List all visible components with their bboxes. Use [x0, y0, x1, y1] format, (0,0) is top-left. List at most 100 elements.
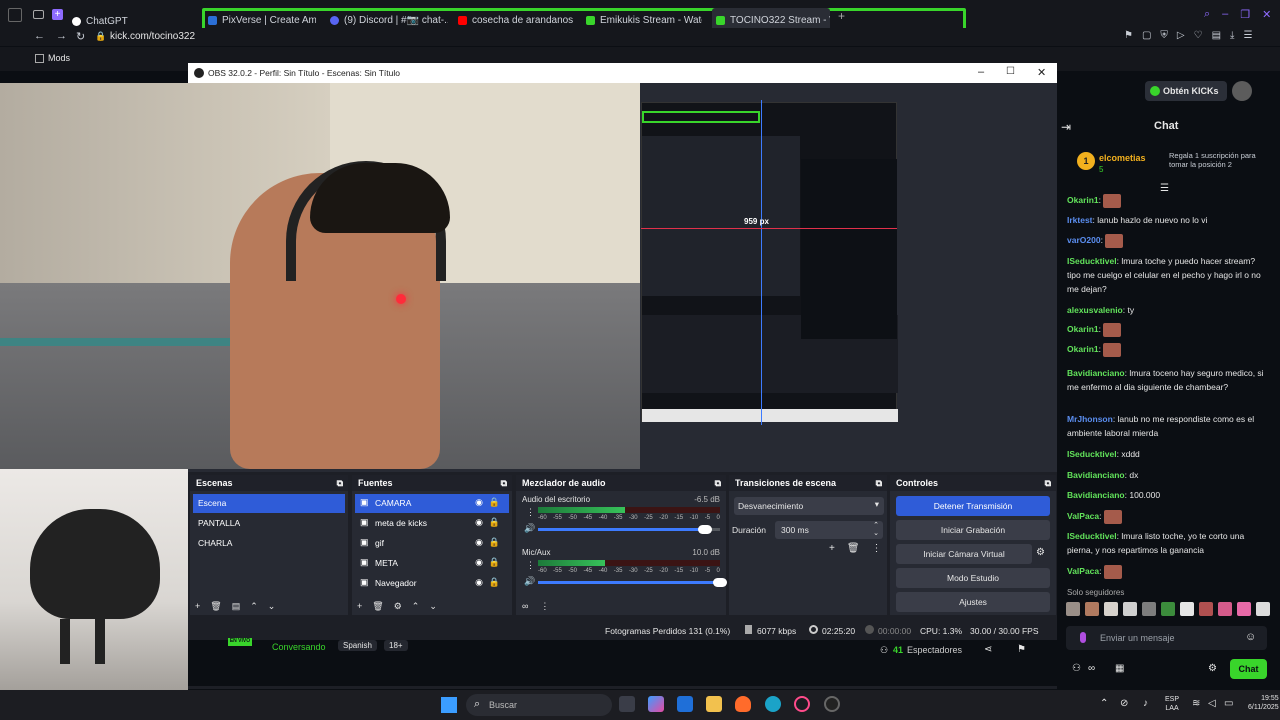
volume-slider[interactable]: [538, 525, 720, 534]
lock-icon[interactable]: 🔒: [489, 517, 500, 528]
search-tabs-icon[interactable]: ⌕: [1204, 8, 1210, 22]
chat-input[interactable]: Enviar un mensaje ☺: [1066, 626, 1267, 650]
emote-icon[interactable]: [1066, 602, 1080, 616]
copilot-icon[interactable]: [648, 696, 664, 712]
dock-menu-icon[interactable]: ⧉: [876, 478, 882, 489]
volume-handle[interactable]: [713, 578, 727, 587]
play-icon[interactable]: ▷: [1177, 30, 1185, 41]
obs-taskbar-icon[interactable]: [824, 696, 840, 712]
start-recording-button[interactable]: Iniciar Grabación: [896, 520, 1050, 540]
up-icon[interactable]: ⌃: [412, 601, 420, 612]
link-icon[interactable]: ∞: [522, 601, 528, 612]
chat-username[interactable]: Bavidianciano: [1067, 470, 1125, 480]
chat-username[interactable]: ISeducktivel: [1067, 531, 1117, 541]
eye-icon[interactable]: ◉: [475, 497, 483, 508]
tag-18plus[interactable]: 18+: [384, 640, 408, 651]
scene-item[interactable]: PANTALLA: [193, 514, 345, 533]
top-gifter-name[interactable]: elcometias: [1099, 153, 1146, 163]
emote-icon[interactable]: [1085, 602, 1099, 616]
transition-select[interactable]: Desvanecimiento ▾: [734, 497, 884, 515]
new-tab-button[interactable]: +: [838, 9, 845, 23]
shield-icon[interactable]: ⛨: [1160, 30, 1168, 41]
minimize-icon[interactable]: –: [1222, 8, 1228, 22]
chat-username[interactable]: ValPaca: [1067, 566, 1099, 576]
mic-icon[interactable]: [1080, 632, 1086, 643]
volume-slider[interactable]: [538, 578, 727, 587]
source-item[interactable]: ▣ CAMARA ◉ 🔒: [355, 494, 509, 513]
opera-icon[interactable]: [794, 696, 810, 712]
scene-item[interactable]: CHARLA: [193, 534, 345, 553]
eye-icon[interactable]: ◉: [475, 557, 483, 568]
source-item[interactable]: ▣ META ◉ 🔒: [355, 554, 509, 573]
gear-icon[interactable]: ⚙: [394, 601, 402, 612]
add-icon[interactable]: +: [829, 543, 835, 554]
chat-username[interactable]: Bavidianciano: [1067, 368, 1125, 378]
chat-username[interactable]: Okarin1: [1067, 344, 1099, 354]
chat-username[interactable]: Irktest: [1067, 215, 1093, 225]
start-virtual-camera-button[interactable]: Iniciar Cámara Virtual: [896, 544, 1032, 564]
source-item[interactable]: ▣ gif ◉ 🔒: [355, 534, 509, 553]
filter-icon[interactable]: ▤: [232, 601, 241, 612]
url-field[interactable]: kick.com/tocino322: [110, 31, 195, 42]
chat-username[interactable]: varO200: [1067, 235, 1101, 245]
emote-icon[interactable]: [1142, 602, 1156, 616]
obs-close-icon[interactable]: ✕: [1037, 66, 1046, 79]
tray-wifi-icon[interactable]: ≋: [1192, 698, 1200, 709]
down-icon[interactable]: ⌄: [268, 601, 276, 612]
eye-icon[interactable]: ◉: [475, 537, 483, 548]
chat-username[interactable]: Bavidianciano: [1067, 490, 1125, 500]
emote-icon[interactable]: [1256, 602, 1270, 616]
collapse-chat-icon[interactable]: ⇥: [1061, 120, 1071, 134]
lock-icon[interactable]: 🔒: [489, 497, 500, 508]
duration-field[interactable]: 300 ms ⌃ ⌄: [775, 521, 883, 539]
add-icon[interactable]: +: [195, 601, 200, 612]
close-icon[interactable]: ✕: [1262, 8, 1271, 22]
menu-icon[interactable]: ☰: [1243, 30, 1252, 41]
stop-streaming-button[interactable]: Detener Transmisión: [896, 496, 1050, 516]
new-tab-plus-icon[interactable]: +: [52, 9, 63, 20]
bookmark-icon[interactable]: ⚑: [1124, 30, 1133, 41]
maximize-icon[interactable]: ❐: [1240, 8, 1250, 22]
speaker-icon[interactable]: 🔊: [524, 576, 535, 587]
store-app-icon[interactable]: [677, 696, 693, 712]
kebab-menu-icon[interactable]: ⋮: [526, 507, 535, 518]
kebab-menu-icon[interactable]: ⋮: [540, 601, 549, 612]
tag-spanish[interactable]: Spanish: [338, 640, 377, 651]
stepper-icon[interactable]: ⌃ ⌄: [873, 521, 879, 537]
back-icon[interactable]: ←: [34, 30, 45, 42]
dock-menu-icon[interactable]: ⧉: [501, 478, 507, 489]
kebab-menu-icon[interactable]: ⋮: [872, 543, 882, 554]
gift-prompt[interactable]: Regala 1 suscripción para tomar la posic…: [1169, 151, 1269, 169]
down-icon[interactable]: ⌄: [429, 601, 437, 612]
lock-icon[interactable]: 🔒: [489, 577, 500, 588]
chat-username[interactable]: ValPaca: [1067, 511, 1099, 521]
dock-menu-icon[interactable]: ⧉: [337, 478, 343, 489]
emote-icon[interactable]: [1104, 602, 1118, 616]
chat-username[interactable]: MrJhonson: [1067, 414, 1113, 424]
clock[interactable]: 19:55 6/11/2025: [1248, 694, 1279, 712]
screenshot-icon[interactable]: ▢: [1142, 30, 1151, 41]
taskbar-search[interactable]: ⌕ Buscar: [466, 694, 612, 716]
tab-actions-icon[interactable]: [33, 10, 44, 19]
trash-icon[interactable]: 🗑: [372, 601, 383, 612]
wallet-icon[interactable]: ▤: [1212, 30, 1221, 41]
category-link[interactable]: Conversando: [272, 642, 326, 652]
obs-maximize-icon[interactable]: ☐: [1006, 66, 1015, 77]
volume-handle[interactable]: [698, 525, 713, 534]
task-view-icon[interactable]: [619, 696, 635, 712]
tray-volume-icon[interactable]: ◁: [1208, 698, 1216, 709]
dock-menu-icon[interactable]: ⧉: [1045, 478, 1051, 489]
obs-minimize-icon[interactable]: –: [978, 66, 984, 78]
settings-gear-icon[interactable]: ⚙: [1208, 663, 1217, 674]
settings-button[interactable]: Ajustes: [896, 592, 1050, 612]
dock-menu-icon[interactable]: ⧉: [715, 478, 721, 489]
scene-item[interactable]: Escena: [193, 494, 345, 513]
gift-icon[interactable]: ⚇: [1072, 663, 1081, 674]
bookmark-mods[interactable]: Mods: [48, 53, 70, 63]
heart-icon[interactable]: ♡: [1194, 30, 1203, 41]
emoji-icon[interactable]: ☺: [1245, 631, 1256, 643]
windows-start-icon[interactable]: [441, 697, 457, 713]
chat-username[interactable]: Okarin1: [1067, 195, 1099, 205]
eye-icon[interactable]: ◉: [475, 517, 483, 528]
add-icon[interactable]: +: [357, 601, 362, 612]
